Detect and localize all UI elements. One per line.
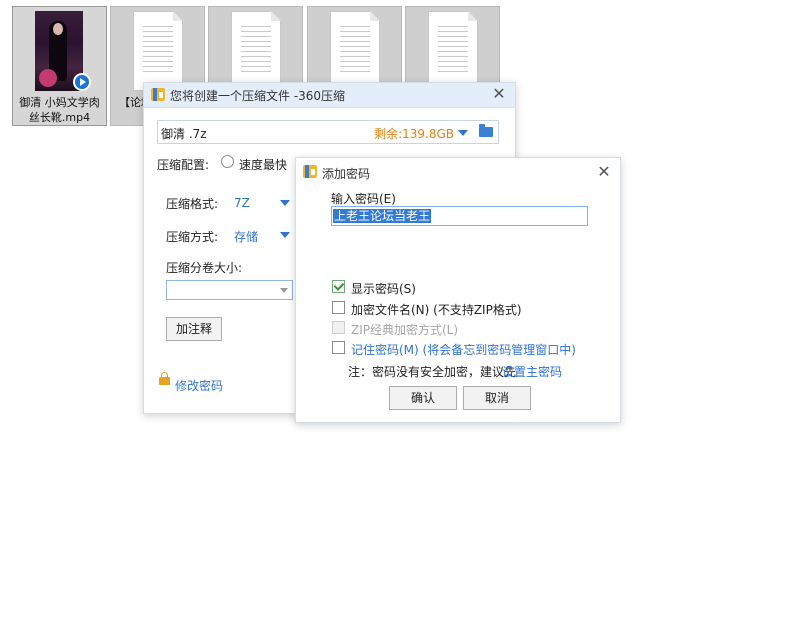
split-size-label: 压缩分卷大小: (166, 261, 243, 275)
config-fast-label: 速度最快 (239, 158, 288, 172)
security-note: 注：密码没有安全加密，建议先 (348, 365, 517, 379)
show-password-label: 显示密码(S) (351, 282, 416, 296)
360zip-app-icon (303, 165, 317, 178)
file-name: 御清 小妈文学肉丝长靴.mp4 (19, 96, 100, 124)
dialog-title: 添加密码 (322, 167, 371, 181)
format-value[interactable]: 7Z (234, 196, 250, 210)
zip-classic-checkbox (332, 321, 345, 334)
method-value[interactable]: 存储 (234, 228, 258, 245)
method-label: 压缩方式: (166, 230, 219, 244)
titlebar[interactable]: 添加密码 ✕ (296, 158, 620, 186)
add-comment-button[interactable]: 加注释 (166, 317, 222, 341)
titlebar[interactable]: 您将创建一个压缩文件 -360压缩 ✕ (144, 83, 515, 108)
format-label: 压缩格式: (166, 197, 219, 211)
split-size-combobox[interactable] (166, 280, 293, 300)
encrypt-filename-label: 加密文件名(N) (不支持ZIP格式) (351, 303, 522, 317)
document-icon (330, 11, 380, 91)
lock-icon (159, 372, 170, 385)
config-fast-radio[interactable] (221, 155, 234, 168)
method-chevron-down-icon[interactable] (280, 232, 290, 238)
set-master-password-link[interactable]: 设置主密码 (502, 363, 562, 380)
close-icon[interactable]: ✕ (491, 86, 507, 102)
cancel-button[interactable]: 取消 (463, 386, 531, 410)
remember-password-label[interactable]: 记住密码(M) (将会备忘到密码管理窗口中) (351, 341, 576, 358)
document-icon (428, 11, 478, 91)
chevron-down-icon[interactable] (280, 288, 288, 293)
close-icon[interactable]: ✕ (596, 164, 612, 180)
password-input[interactable]: 上老王论坛当老王 (331, 206, 588, 226)
file-tile-video[interactable]: 御清 小妈文学肉丝长靴.mp4 (12, 6, 107, 126)
show-password-checkbox[interactable] (332, 280, 345, 293)
360zip-app-icon (151, 88, 165, 101)
config-label: 压缩配置: (157, 158, 210, 172)
folder-icon[interactable] (479, 124, 493, 137)
remember-password-checkbox[interactable] (332, 341, 345, 354)
encrypt-filename-checkbox[interactable] (332, 301, 345, 314)
video-player-badge-icon (73, 73, 91, 91)
password-value: 上老王论坛当老王 (333, 209, 432, 223)
document-icon (231, 11, 281, 91)
output-path-field[interactable]: 御清 .7z 剩余:139.8GB (157, 120, 499, 144)
free-space-label: 剩余:139.8GB (374, 127, 454, 141)
password-input-label: 输入密码(E) (331, 192, 396, 206)
window-title: 您将创建一个压缩文件 -360压缩 (170, 89, 346, 103)
format-chevron-down-icon[interactable] (280, 200, 290, 206)
chevron-down-icon[interactable] (458, 130, 468, 136)
zip-classic-label: ZIP经典加密方式(L) (351, 323, 459, 337)
output-file-name: 御清 .7z (161, 127, 207, 141)
ok-button[interactable]: 确认 (389, 386, 457, 410)
document-icon (133, 11, 183, 91)
add-password-dialog: 添加密码 ✕ 输入密码(E) 上老王论坛当老王 显示密码(S) 加密文件名(N)… (295, 157, 621, 423)
change-password-link[interactable]: 修改密码 (175, 377, 223, 394)
